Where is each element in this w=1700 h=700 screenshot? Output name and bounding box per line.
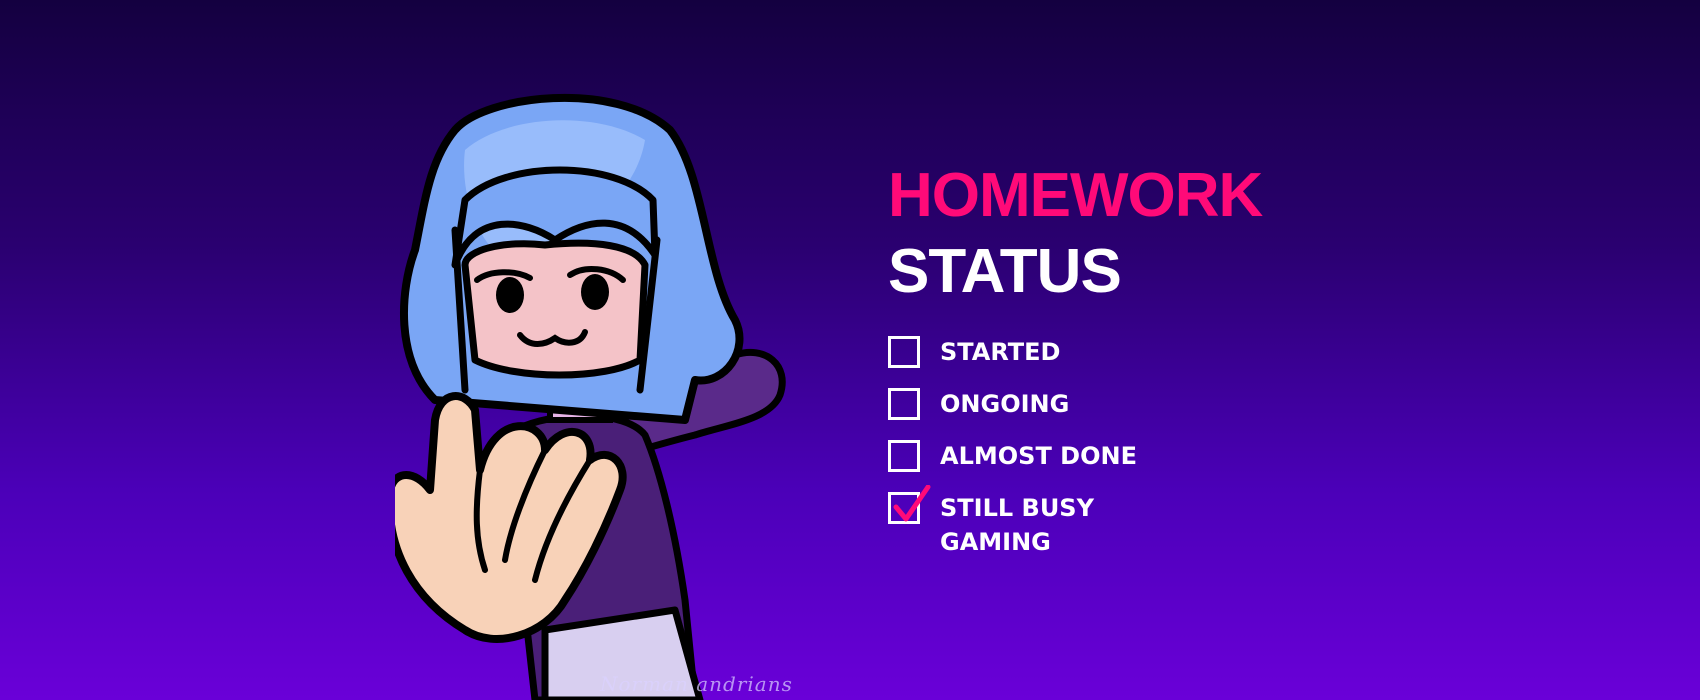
checklist-item-still-busy-gaming[interactable]: STILL BUSY GAMING — [888, 485, 1262, 559]
checkbox-label: STARTED — [940, 338, 1061, 366]
checkmark-icon — [893, 485, 931, 522]
checkbox-still-busy-gaming[interactable] — [888, 485, 931, 524]
checkbox-label: ONGOING — [940, 390, 1070, 418]
checklist-item-almost-done[interactable]: ALMOST DONE — [888, 440, 1262, 473]
checklist-item-started[interactable]: STARTED — [888, 336, 1262, 369]
character-eye-right — [581, 274, 609, 310]
checkbox-label: ALMOST DONE — [940, 442, 1137, 470]
checkbox-ongoing[interactable] — [888, 388, 920, 420]
title-status: STATUS — [888, 237, 1122, 306]
status-panel: HOMEWORK STATUS STARTED ONGOING ALMOST D… — [888, 160, 1263, 578]
checkbox-started[interactable] — [888, 336, 920, 368]
artist-signature: Norman andrians — [600, 672, 793, 696]
checklist-item-ongoing[interactable]: ONGOING — [888, 388, 1262, 421]
character-illustration — [395, 93, 786, 700]
title-homework: HOMEWORK — [888, 161, 1263, 230]
character-eye-left — [496, 277, 524, 313]
checkbox-label: STILL BUSY GAMING — [940, 494, 1094, 556]
character-face — [461, 239, 649, 379]
status-checklist: STARTED ONGOING ALMOST DONE STILL BUSY G… — [888, 336, 1262, 559]
checkbox-almost-done[interactable] — [888, 440, 920, 472]
